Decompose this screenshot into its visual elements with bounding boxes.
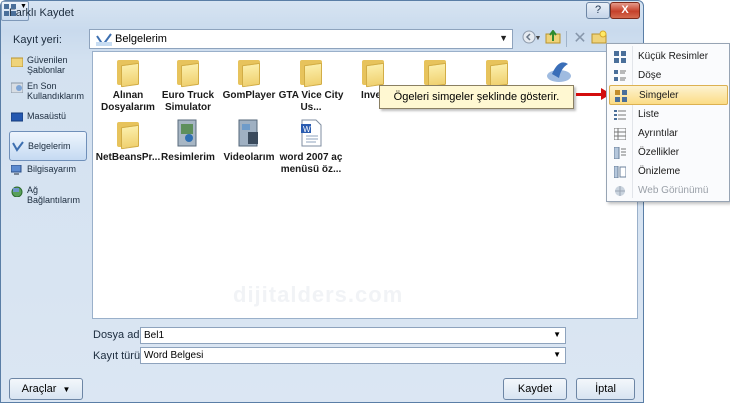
tiles-icon: [614, 70, 626, 81]
window-title: Farklı Kaydet: [9, 7, 74, 19]
cancel-button[interactable]: İptal: [576, 378, 635, 400]
menu-item-list[interactable]: Liste: [609, 105, 728, 125]
tools-button[interactable]: Araçlar ▼: [9, 378, 83, 400]
folder-icon: [115, 118, 141, 150]
menu-item-details[interactable]: Ayrıntılar: [609, 124, 728, 144]
menu-item-icons[interactable]: Simgeler: [609, 85, 728, 105]
sidebar-item-documents[interactable]: Belgelerim: [9, 131, 87, 161]
folder-icon: [360, 56, 386, 88]
sidebar-item-recent[interactable]: En Son Kullandıklarım: [9, 81, 87, 103]
views-menu: Küçük Resimler Döşe Simgeler Liste Ayrın…: [606, 43, 730, 202]
icons-icon: [615, 90, 627, 102]
folder-icon: [10, 56, 24, 68]
save-button[interactable]: Kaydet: [503, 378, 567, 400]
menu-item-thumbnails[interactable]: Küçük Resimler: [609, 47, 728, 67]
tooltip-callout: Ögeleri simgeler şeklinde gösterir.: [379, 85, 574, 109]
thumbnails-icon: [614, 51, 626, 63]
sidebar-item-computer[interactable]: Bilgisayarım: [9, 164, 87, 178]
sidebar-item-trusted-templates[interactable]: Güvenilen Şablonlar: [9, 55, 87, 77]
chevron-down-icon[interactable]: ▼: [553, 350, 561, 359]
menu-item-web-view: Web Görünümü: [609, 181, 728, 201]
properties-icon: [614, 147, 626, 159]
delete-icon[interactable]: ✕: [571, 30, 589, 48]
file-item[interactable]: W word 2007 aç menüsü öz...: [276, 118, 346, 176]
filename-input[interactable]: Bel1 ▼: [140, 327, 566, 344]
places-sidebar: Güvenilen Şablonlar En Son Kullandıkları…: [7, 51, 87, 320]
pictures-folder-icon: [175, 118, 201, 148]
menu-item-properties[interactable]: Özellikler: [609, 143, 728, 163]
documents-icon: [12, 141, 24, 152]
save-as-dialog: Farklı Kaydet ? X Kayıt yeri: Belgelerim…: [0, 0, 644, 403]
details-icon: [614, 128, 626, 140]
computer-icon: [10, 164, 23, 176]
file-item[interactable]: Videolarım: [214, 118, 284, 164]
app-icon: [546, 56, 572, 86]
views-icon: [4, 4, 16, 16]
web-view-icon: [615, 186, 625, 196]
location-value: Belgelerim: [115, 33, 167, 45]
file-item[interactable]: Resimlerim: [153, 118, 223, 164]
recent-icon: [10, 82, 24, 94]
file-item[interactable]: GTA Vice City Us...: [276, 56, 346, 114]
word-document-icon: W: [298, 118, 324, 148]
videos-folder-icon: [236, 118, 262, 148]
preview-icon: [614, 166, 626, 178]
chevron-down-icon: ▼: [20, 3, 27, 10]
filetype-label: Kayıt türü:: [93, 350, 144, 362]
folder-icon: [484, 56, 510, 88]
svg-text:W: W: [303, 125, 311, 134]
filetype-select[interactable]: Word Belgesi ▼: [140, 347, 566, 364]
file-item[interactable]: Euro Truck Simulator: [153, 56, 223, 114]
location-combo[interactable]: Belgelerim ▼: [89, 29, 513, 49]
sidebar-item-network[interactable]: Ağ Bağlantılarım: [9, 185, 87, 207]
folder-icon: [422, 56, 448, 88]
title-bar: Farklı Kaydet ? X: [1, 1, 643, 25]
menu-item-tiles[interactable]: Döşe: [609, 66, 728, 86]
close-button[interactable]: X: [610, 2, 640, 19]
help-button[interactable]: ?: [586, 2, 610, 19]
documents-icon: [96, 33, 112, 46]
up-folder-icon[interactable]: [544, 29, 562, 48]
watermark: dijitalders.com: [233, 282, 404, 307]
chevron-down-icon: ▼: [62, 385, 71, 394]
sidebar-item-desktop[interactable]: Masaüstü: [9, 111, 87, 125]
menu-item-preview[interactable]: Önizleme: [609, 162, 728, 182]
toolbar-separator: [566, 31, 567, 47]
folder-icon: [236, 56, 262, 88]
chevron-down-icon: ▼: [499, 33, 508, 43]
desktop-icon: [10, 112, 24, 123]
folder-icon: [298, 56, 324, 88]
folder-icon: [115, 56, 141, 88]
location-label: Kayıt yeri:: [13, 34, 62, 46]
network-icon: [11, 186, 23, 198]
folder-icon: [175, 56, 201, 88]
chevron-down-icon[interactable]: ▼: [553, 330, 561, 339]
back-dropdown-icon[interactable]: ▼: [534, 30, 542, 48]
file-item[interactable]: GomPlayer: [214, 56, 284, 102]
list-icon: [614, 110, 626, 120]
filename-label: Dosya adı:: [93, 329, 146, 341]
